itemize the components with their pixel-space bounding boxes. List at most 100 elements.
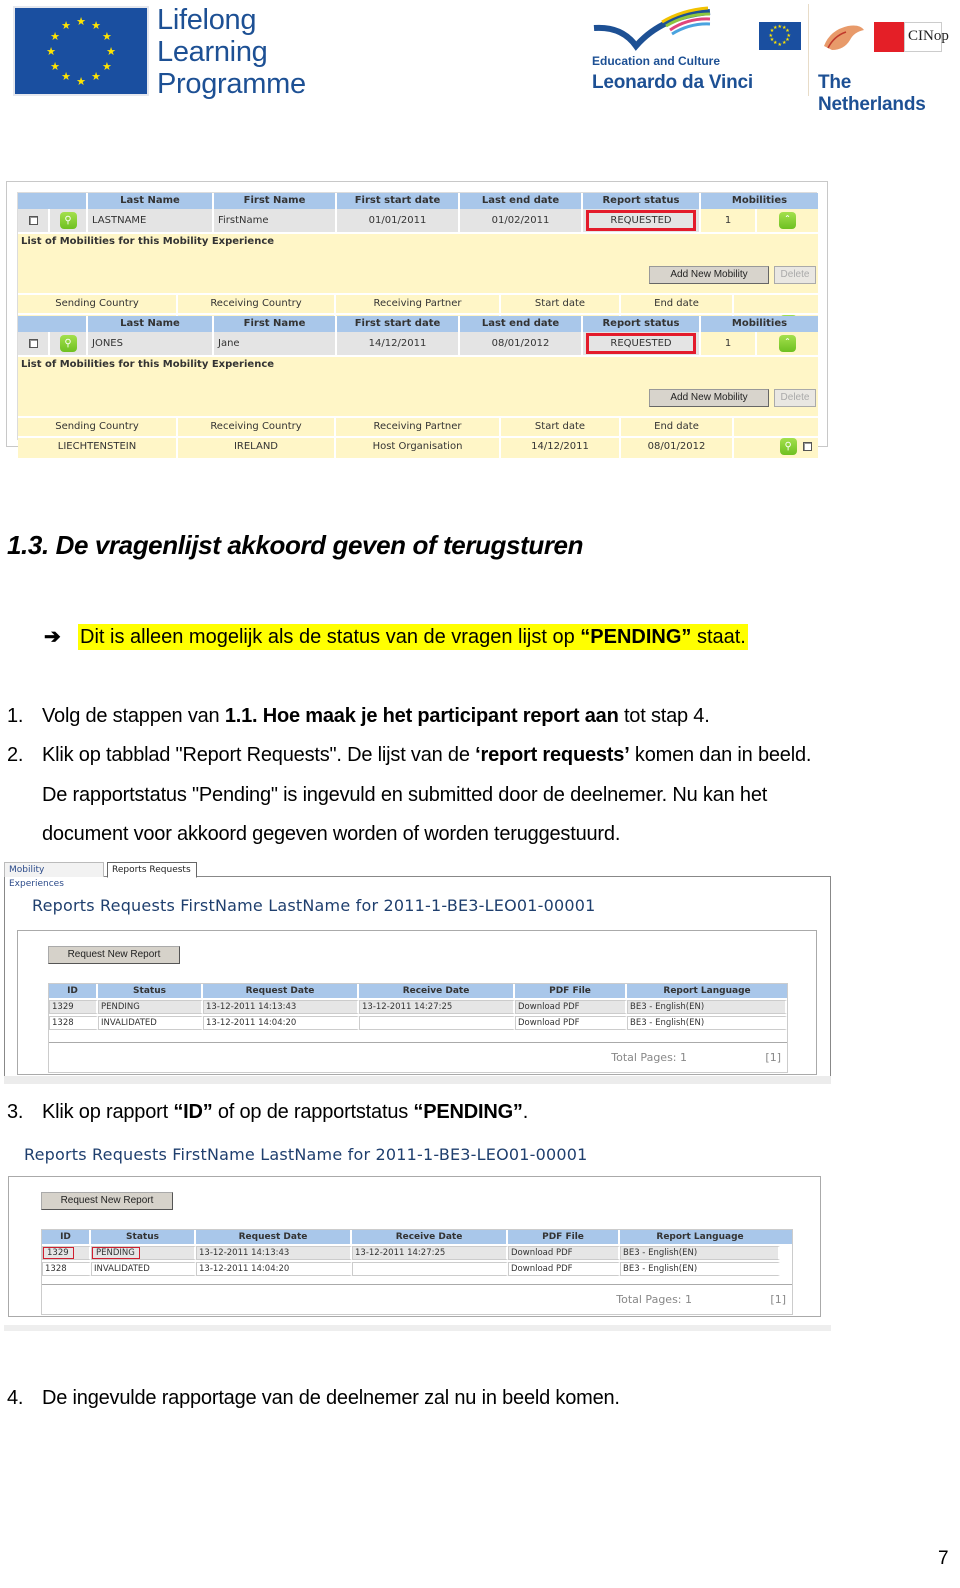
download-pdf-link[interactable]: Download PDF (515, 1016, 627, 1030)
report-status-link[interactable]: PENDING (91, 1246, 196, 1260)
mobility-experiences-panel: Last Name First Name First start date La… (17, 192, 818, 460)
highlight-box (43, 1247, 74, 1259)
report-id-link[interactable]: 1329 (49, 1000, 98, 1014)
star-icon: ★ (91, 19, 101, 32)
download-pdf-link[interactable]: Download PDF (515, 1000, 627, 1014)
mobilities-count-cell: 1 (701, 209, 757, 234)
request-new-report-button[interactable]: Request New Report (41, 1192, 173, 1210)
report-language-cell: BE3 - English(EN) (620, 1246, 780, 1260)
report-id-link[interactable]: 1328 (49, 1016, 98, 1030)
experience-row: ⚲ LASTNAME FirstName 01/01/2011 01/02/20… (18, 209, 818, 234)
experience-row: ⚲ JONES Jane 14/12/2011 08/01/2012 REQUE… (18, 332, 818, 357)
star-icon: ★ (61, 71, 71, 84)
step-text: Klik op tabblad "Report Requests". De li… (42, 744, 476, 766)
collapse-cell: ˆ (757, 209, 818, 234)
header-first-start-date: First start date (337, 316, 460, 332)
reports-requests-highlight-screenshot: Reports Requests FirstName LastName for … (4, 1140, 831, 1332)
chevron-up-icon[interactable]: ˆ (779, 334, 796, 352)
receiving-country-cell: IRELAND (178, 438, 336, 460)
add-new-mobility-button[interactable]: Add New Mobility (649, 389, 769, 407)
header-last-name: Last Name (88, 193, 214, 209)
table-header-row: ID Status Request Date Receive Date PDF … (42, 1230, 792, 1244)
star-icon: ★ (773, 24, 778, 31)
header-mobilities: Mobilities (731, 195, 788, 206)
mobility-list-title: List of Mobilities for this Mobility Exp… (21, 236, 275, 247)
first-start-date-cell: 14/12/2011 (337, 332, 460, 357)
step-2-continued: document voor akkoord gegeven worden of … (42, 823, 621, 845)
step-number: 2. (7, 744, 24, 766)
star-icon: ★ (782, 40, 787, 47)
step-text: De ingevulde rapportage van de deelnemer… (42, 1387, 620, 1409)
total-pages: Total Pages: 1 (611, 1051, 687, 1064)
note-text-post: staat. (691, 626, 746, 648)
step-text: tot stap 4. (618, 705, 710, 727)
delete-button[interactable]: Delete (774, 266, 816, 284)
select-checkbox[interactable] (28, 215, 38, 225)
select-cell (18, 332, 50, 357)
country-name: The Netherlands (818, 72, 926, 115)
download-pdf-link[interactable]: Download PDF (508, 1246, 620, 1260)
receive-date-cell: 13-12-2011 14:27:25 (359, 1000, 515, 1014)
mobility-list-title: List of Mobilities for this Mobility Exp… (21, 359, 275, 370)
report-status-link[interactable]: PENDING (98, 1000, 203, 1014)
report-id-link[interactable]: 1329 (42, 1246, 91, 1260)
magnifier-icon[interactable]: ⚲ (779, 438, 797, 455)
tab-bar: Mobility Experiences Reports Requests (4, 862, 831, 889)
first-name-cell: Jane (214, 332, 337, 357)
request-new-report-button[interactable]: Request New Report (48, 946, 180, 964)
tab-mobility-experiences[interactable]: Mobility Experiences (4, 862, 104, 889)
request-date-cell: 13-12-2011 14:04:20 (203, 1016, 359, 1030)
header-receiving-partner: Receiving Partner (336, 418, 501, 438)
header-first-name: First Name (214, 193, 337, 209)
step-text: Klik op rapport (42, 1101, 174, 1123)
reports-table: ID Status Request Date Receive Date PDF … (48, 983, 788, 1073)
table-row[interactable]: 1328 INVALIDATED 13-12-2011 14:04:20 Dow… (42, 1260, 792, 1276)
star-icon: ★ (769, 37, 775, 43)
report-status[interactable]: PENDING (92, 1247, 140, 1259)
report-status-link[interactable]: INVALIDATED (98, 1016, 203, 1030)
table-header-row: ID Status Request Date Receive Date PDF … (49, 984, 787, 998)
table-row[interactable]: 1329 PENDING 13-12-2011 14:13:43 13-12-2… (42, 1244, 792, 1260)
report-id[interactable]: 1329 (43, 1247, 74, 1259)
report-id-link[interactable]: 1328 (42, 1262, 91, 1276)
star-icon: ★ (102, 30, 112, 43)
delete-button[interactable]: Delete (774, 389, 816, 407)
header-end-date: End date (621, 295, 734, 315)
chevron-up-icon[interactable]: ˆ (779, 211, 796, 229)
step-number: 3. (7, 1101, 24, 1123)
table-row[interactable]: 1329 PENDING 13-12-2011 14:13:43 13-12-2… (49, 998, 787, 1014)
mobility-list: List of Mobilities for this Mobility Exp… (18, 357, 818, 418)
step-1: 1. Volg de stappen van 1.1. Hoe maak je h… (7, 703, 710, 729)
add-new-mobility-button[interactable]: Add New Mobility (649, 266, 769, 284)
experience-header-row: Last Name First Name First start date La… (18, 316, 818, 332)
step-3: 3. Klik op rapport “ID” of op de rapports… (7, 1099, 528, 1125)
report-status-cell: REQUESTED (583, 332, 701, 357)
start-date-cell: 14/12/2011 (501, 438, 621, 460)
header-id: ID (49, 984, 98, 998)
view-cell: ⚲ (50, 209, 88, 234)
page-link[interactable]: [1] (765, 1051, 781, 1064)
llp-line-3: Programme (157, 68, 306, 100)
receiving-partner-cell: Host Organisation (336, 438, 501, 460)
header-sending-country: Sending Country (18, 418, 178, 438)
magnifier-icon[interactable]: ⚲ (59, 334, 77, 352)
lifelong-learning-logo: ★ ★ ★ ★ ★ ★ ★ ★ ★ ★ ★ ★ Lifelong Learning Programme (13, 4, 323, 100)
step-4: 4. De ingevulde rapportage van de deelnem… (7, 1385, 620, 1411)
table-row[interactable]: 1328 INVALIDATED 13-12-2011 14:04:20 Dow… (49, 1014, 787, 1030)
step-bold-text: “PENDING” (413, 1101, 523, 1123)
report-status[interactable]: PENDING (101, 1002, 140, 1012)
report-status-link[interactable]: INVALIDATED (91, 1262, 196, 1276)
step-bold-text: ‘report requests’ (475, 744, 630, 766)
select-checkbox[interactable] (28, 338, 38, 348)
note-text-pre: Dit is alleen mogelijk als de status van… (80, 626, 581, 648)
download-pdf-link[interactable]: Download PDF (508, 1262, 620, 1276)
header-report-status: Report status (583, 193, 701, 209)
reports-title: Reports Requests FirstName LastName for … (32, 896, 596, 915)
magnifier-icon[interactable]: ⚲ (59, 211, 77, 229)
mobility-header-row: Sending Country Receiving Country Receiv… (18, 295, 818, 315)
report-id[interactable]: 1329 (52, 1002, 74, 1012)
mobility-checkbox[interactable] (803, 442, 812, 451)
page-link[interactable]: [1] (770, 1293, 786, 1306)
star-icon: ★ (76, 75, 86, 88)
tab-reports-requests[interactable]: Reports Requests (107, 862, 197, 878)
